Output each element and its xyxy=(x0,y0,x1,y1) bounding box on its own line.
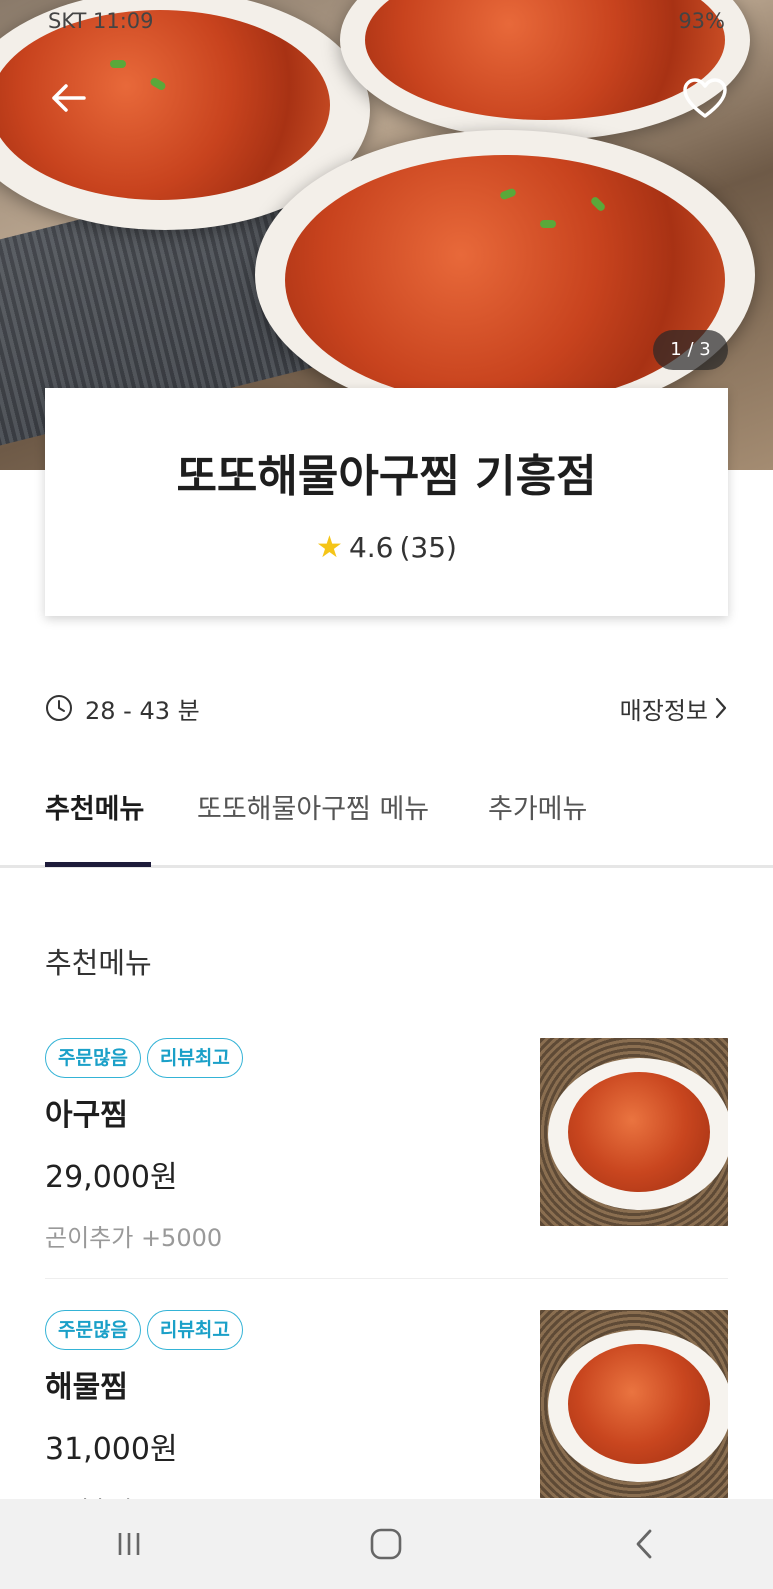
status-carrier-time: SKT 11:09 xyxy=(48,9,154,33)
recent-apps-button[interactable] xyxy=(99,1514,159,1574)
menu-tabs: 추천메뉴 또또해물아구찜 메뉴 추가메뉴 xyxy=(0,790,773,868)
system-back-button[interactable] xyxy=(614,1514,674,1574)
star-icon: ★ xyxy=(316,530,343,565)
section-title: 추천메뉴 xyxy=(45,946,152,980)
chevron-right-icon xyxy=(715,697,727,719)
system-nav-bar xyxy=(0,1499,773,1589)
favorite-button[interactable] xyxy=(682,76,728,122)
tab-extra-menu[interactable]: 추가메뉴 xyxy=(488,790,587,868)
badge-popular: 주문많음 xyxy=(45,1038,141,1078)
badge-top-review: 리뷰최고 xyxy=(146,1038,243,1078)
badge-top-review: 리뷰최고 xyxy=(146,1310,243,1350)
rating-value: 4.6 xyxy=(348,531,394,564)
menu-item[interactable]: 주문많음 리뷰최고 아구찜 29,000원 곤이추가 +5000 xyxy=(45,1038,728,1278)
heart-icon xyxy=(683,78,727,118)
review-count: (35) xyxy=(399,531,457,564)
delivery-time: 28 - 43 분 xyxy=(45,691,200,726)
status-bar: SKT 11:09 93% xyxy=(0,0,773,42)
home-button[interactable] xyxy=(356,1514,416,1574)
item-thumbnail xyxy=(540,1038,728,1226)
back-arrow-icon xyxy=(52,84,86,112)
image-pager: 1 / 3 xyxy=(653,330,728,370)
home-icon xyxy=(371,1528,402,1560)
tab-indicator xyxy=(45,862,151,867)
store-info-label: 매장정보 xyxy=(619,696,708,725)
item-thumbnail xyxy=(540,1310,728,1498)
status-battery: 93% xyxy=(678,9,725,33)
store-card: 또또해물아구찜 기흥점 ★ 4.6 (35) xyxy=(45,388,728,616)
recent-apps-icon xyxy=(118,1533,140,1555)
divider xyxy=(45,1278,728,1279)
tab-recommended[interactable]: 추천메뉴 xyxy=(45,790,144,868)
chevron-left-icon xyxy=(636,1529,652,1559)
rating[interactable]: ★ 4.6 (35) xyxy=(45,530,728,565)
dish-plate-main xyxy=(255,130,755,420)
store-info-link[interactable]: 매장정보 xyxy=(620,691,728,726)
tab-main-menu[interactable]: 또또해물아구찜 메뉴 xyxy=(197,790,429,868)
back-button[interactable] xyxy=(48,78,88,118)
store-name: 또또해물아구찜 기흥점 xyxy=(176,451,597,502)
delivery-time-text: 28 - 43 분 xyxy=(85,696,200,725)
clock-icon xyxy=(46,695,72,721)
info-row: 28 - 43 분 매장정보 xyxy=(45,688,728,728)
badge-popular: 주문많음 xyxy=(45,1310,141,1350)
